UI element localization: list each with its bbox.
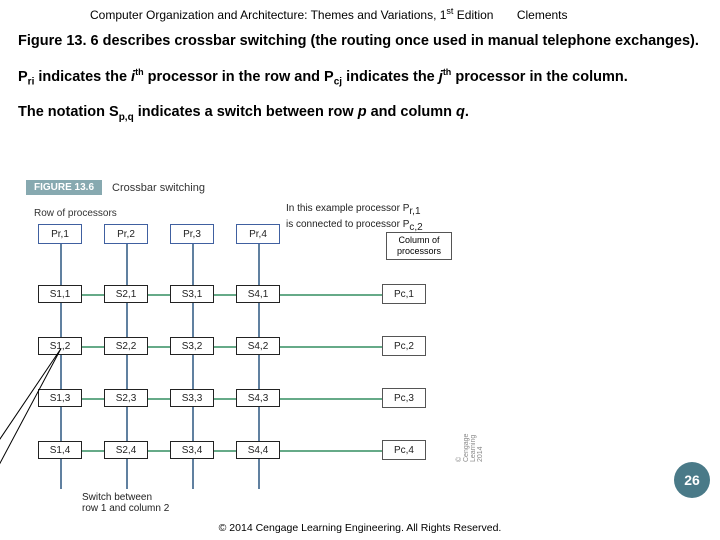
sw-1-1: S1,1 (38, 285, 82, 303)
sw-1-3: S1,3 (38, 389, 82, 407)
p2th: th (135, 67, 144, 77)
paragraph-2: Pri indicates the ith processor in the r… (0, 56, 720, 93)
sw-3-3: S3,3 (170, 389, 214, 407)
figure-header: FIGURE 13.6 Crossbar switching (26, 180, 476, 195)
p3p: p (358, 104, 367, 120)
author: Clements (517, 8, 568, 22)
p3pq: p,q (119, 112, 134, 123)
anno-line-2 (0, 348, 61, 498)
sw-2-2: S2,2 (104, 337, 148, 355)
sw-3-1: S3,1 (170, 285, 214, 303)
pr-box-4: Pr,4 (236, 224, 280, 244)
info2: is connected to processor P (286, 219, 409, 230)
pc-box-3: Pc,3 (382, 388, 426, 408)
paragraph-3: The notation Sp,q indicates a switch bet… (0, 93, 720, 128)
sw-1-4: S1,4 (38, 441, 82, 459)
book-title: Computer Organization and Architecture: … (90, 8, 446, 22)
p2e: processor in the column. (451, 68, 627, 84)
figure-title: Crossbar switching (102, 182, 205, 194)
hline-2 (38, 346, 400, 348)
info1s: r,1 (409, 206, 420, 217)
hline-3 (38, 398, 400, 400)
example-text: In this example processor Pr,1 is connec… (286, 202, 423, 234)
sw-2-1: S2,1 (104, 285, 148, 303)
p3q: q (456, 104, 465, 120)
p2d: indicates the (342, 68, 439, 84)
diagram-grid: Row of processors In this example proces… (26, 202, 446, 512)
sw-4-4: S4,4 (236, 441, 280, 459)
p3a: The notation S (18, 104, 119, 120)
sw-4-3: S4,3 (236, 389, 280, 407)
pr-box-1: Pr,1 (38, 224, 82, 244)
sw-4-2: S4,2 (236, 337, 280, 355)
info1: In this example processor P (286, 203, 409, 214)
p2b: indicates the (34, 68, 131, 84)
anno1: Switch between (82, 492, 152, 503)
pc-box-2: Pc,2 (382, 336, 426, 356)
sw-2-3: S2,3 (104, 389, 148, 407)
sw-1-2: S1,2 (38, 337, 82, 355)
edition-word: Edition (457, 8, 494, 22)
pc-box-4: Pc,4 (382, 440, 426, 460)
anno-line-1 (0, 348, 61, 494)
footer-copyright: © 2014 Cengage Learning Engineering. All… (0, 522, 720, 534)
header-line: Computer Organization and Architecture: … (0, 0, 720, 22)
page-number-badge: 26 (674, 462, 710, 498)
sw-2-4: S2,4 (104, 441, 148, 459)
figure-number: FIGURE 13.6 (26, 180, 102, 195)
column-processors-label: Column ofprocessors (386, 232, 452, 260)
pc-box-1: Pc,1 (382, 284, 426, 304)
figure-13-6: FIGURE 13.6 Crossbar switching Row of pr… (26, 180, 476, 514)
hline-1 (38, 294, 400, 296)
p2a: P (18, 68, 28, 84)
sw-4-1: S4,1 (236, 285, 280, 303)
annotation-text: Switch betweenrow 1 and column 2 (82, 492, 169, 514)
coll2: processors (397, 246, 441, 256)
sw-3-2: S3,2 (170, 337, 214, 355)
coll1: Column of (398, 235, 439, 245)
p3c: and column (367, 104, 456, 120)
pr-box-3: Pr,3 (170, 224, 214, 244)
p2cj: cj (334, 76, 342, 87)
p1-text: Figure 13. 6 describes crossbar switchin… (18, 33, 699, 49)
paragraph-1: Figure 13. 6 describes crossbar switchin… (0, 22, 720, 56)
p2c: processor in the row and P (144, 68, 334, 84)
sw-3-4: S3,4 (170, 441, 214, 459)
p3d: . (465, 104, 469, 120)
hline-4 (38, 450, 400, 452)
p3b: indicates a switch between row (134, 104, 358, 120)
anno2: row 1 and column 2 (82, 503, 169, 514)
pr-box-2: Pr,2 (104, 224, 148, 244)
edition-sup: st (446, 6, 453, 16)
row-processors-label: Row of processors (34, 208, 117, 219)
copyright-vertical: © Cengage Learning 2014 (456, 452, 466, 462)
